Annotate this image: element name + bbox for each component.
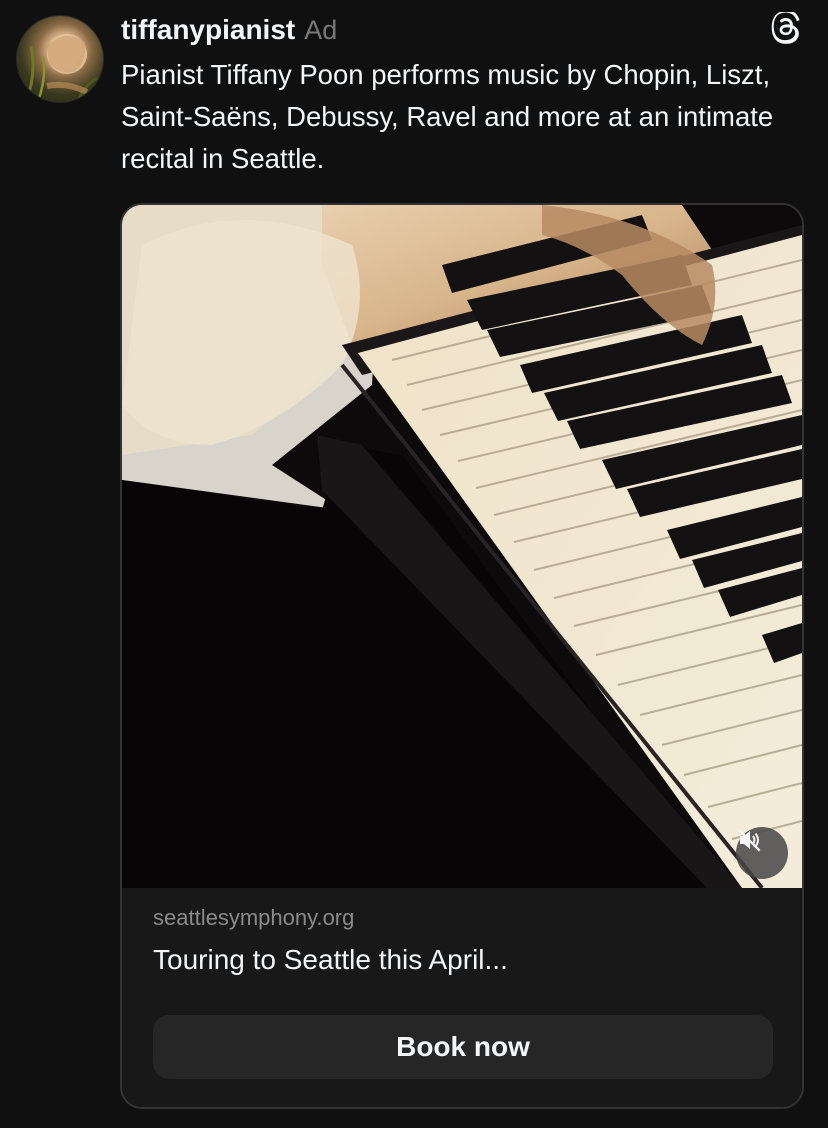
ad-label: Ad [304, 14, 338, 45]
mute-toggle-button[interactable] [736, 827, 788, 879]
book-now-button[interactable]: Book now [153, 1015, 773, 1079]
link-domain: seattlesymphony.org [153, 905, 355, 930]
post-header: tiffanypianist Ad [121, 10, 808, 50]
link-info[interactable]: seattlesymphony.org Touring to Seattle t… [122, 888, 802, 1107]
link-headline: Touring to Seattle this April... [153, 944, 508, 975]
speaker-muted-icon [737, 828, 761, 852]
piano-video-frame [122, 205, 802, 888]
profile-photo-icon [24, 34, 98, 102]
threads-logo-icon[interactable] [769, 9, 805, 48]
username[interactable]: tiffanypianist [121, 14, 295, 46]
piano-video[interactable] [122, 205, 802, 888]
link-card[interactable]: seattlesymphony.org Touring to Seattle t… [120, 203, 804, 1109]
avatar[interactable] [16, 15, 104, 103]
post-caption: Pianist Tiffany Poon performs music by C… [121, 59, 774, 174]
